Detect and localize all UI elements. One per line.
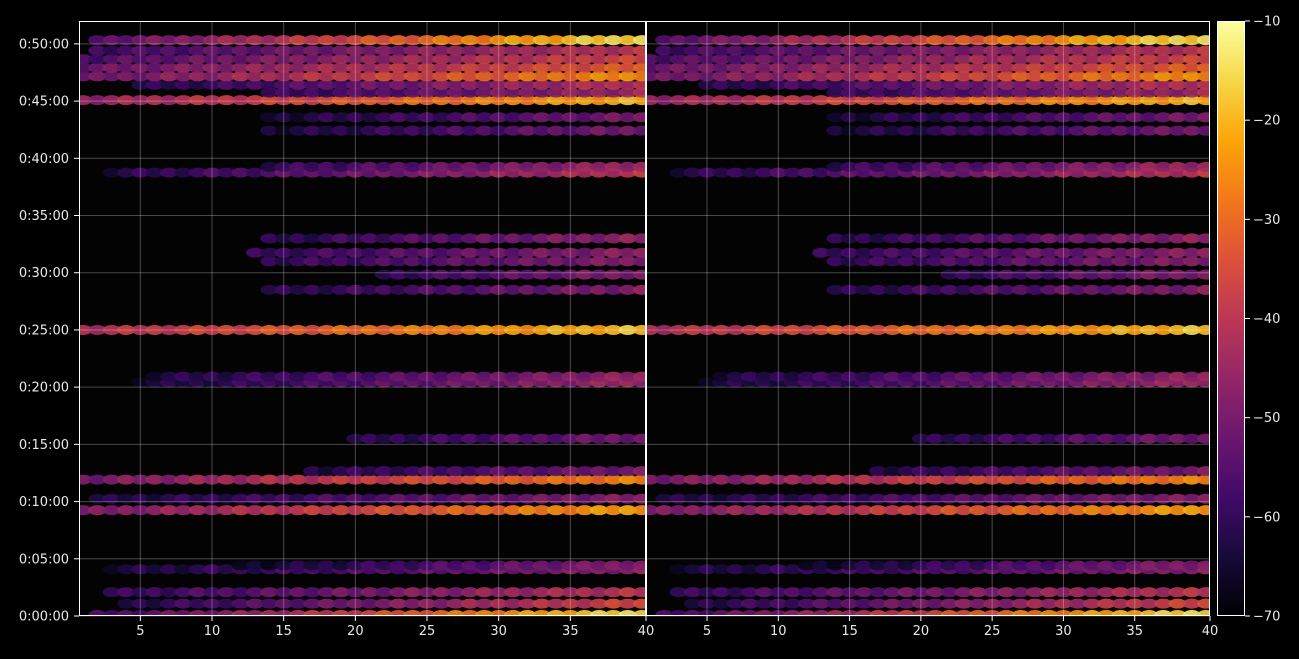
y-tick-label: 0:30:00: [19, 266, 69, 281]
x-tick-label: 5: [136, 624, 144, 639]
band-cell: [1197, 371, 1210, 382]
spectrogram-chart: 5 10 15 20 25 30 35 40 5 10 15 20 25 30 35 40 0:00:00 0:0…: [19, 15, 1281, 640]
band-cell: [1197, 79, 1210, 90]
y-tick-label: 0:45:00: [19, 95, 69, 110]
x-tick-label: 35: [1126, 624, 1143, 639]
colorbar: [1217, 21, 1245, 616]
y-tick-label: 0:35:00: [19, 209, 69, 224]
band-cell: [1197, 598, 1210, 609]
band-cell: [1197, 493, 1210, 504]
band-cell: [1197, 233, 1210, 244]
x-tick-label: 30: [490, 624, 507, 639]
band-cell: [1197, 256, 1210, 267]
spectrogram-figure: 5 10 15 20 25 30 35 40 5 10 15 20 25 30 35 40 0:00:00 0:0…: [0, 0, 1299, 655]
y-tick-label: 0:10:00: [19, 495, 69, 510]
y-tick-label: 0:25:00: [19, 323, 69, 338]
x-tick-label: 10: [204, 624, 221, 639]
x-tick-label: 15: [841, 624, 858, 639]
x-tick-label: 20: [347, 624, 364, 639]
y-tick-label: 0:40:00: [19, 152, 69, 167]
band-cell: [1197, 466, 1210, 477]
colorbar-tick-label: −60: [1253, 510, 1280, 525]
x-tick-label: 20: [913, 624, 930, 639]
y-tick-label: 0:05:00: [19, 552, 69, 567]
band-cell: [1197, 45, 1210, 56]
x-tick-label: 15: [275, 624, 292, 639]
band-cell: [1197, 505, 1210, 516]
band-cell: [1197, 54, 1210, 65]
colorbar-tick-label: −10: [1253, 15, 1280, 30]
x-tick-label: 40: [638, 624, 655, 639]
panel-0-plot-area: [79, 21, 646, 616]
y-tick-label: 0:50:00: [19, 37, 69, 52]
x-tick-label: 5: [703, 624, 711, 639]
band-cell: [1197, 433, 1210, 444]
x-tick-label: 35: [562, 624, 579, 639]
y-tick-label: 0:15:00: [19, 438, 69, 453]
y-tick-label: 0:00:00: [19, 610, 69, 625]
band-cell: [1197, 269, 1210, 280]
colorbar-tick-label: −70: [1253, 610, 1280, 625]
colorbar-tick-label: −50: [1253, 411, 1280, 426]
band-cell: [1197, 474, 1210, 485]
x-tick-label: 40: [1202, 624, 1219, 639]
band-cell: [1197, 161, 1210, 172]
y-tick-label: 0:20:00: [19, 381, 69, 396]
colorbar-tick-label: −20: [1253, 114, 1280, 129]
x-tick-label: 30: [1055, 624, 1072, 639]
band-cell: [1197, 112, 1210, 123]
band-cell: [1197, 62, 1210, 73]
panel-1-plot-area: [646, 21, 1210, 616]
band-cell: [1197, 247, 1210, 258]
band-cell: [1197, 125, 1210, 136]
x-tick-label: 10: [770, 624, 787, 639]
x-tick-label: 25: [419, 624, 436, 639]
colorbar-tick-label: −40: [1253, 312, 1280, 327]
band-cell: [1197, 587, 1210, 598]
band-cell: [1197, 284, 1210, 295]
colorbar-tick-label: −30: [1253, 213, 1280, 228]
band-cell: [1197, 71, 1210, 82]
band-cell: [1197, 560, 1210, 571]
x-tick-label: 25: [984, 624, 1001, 639]
